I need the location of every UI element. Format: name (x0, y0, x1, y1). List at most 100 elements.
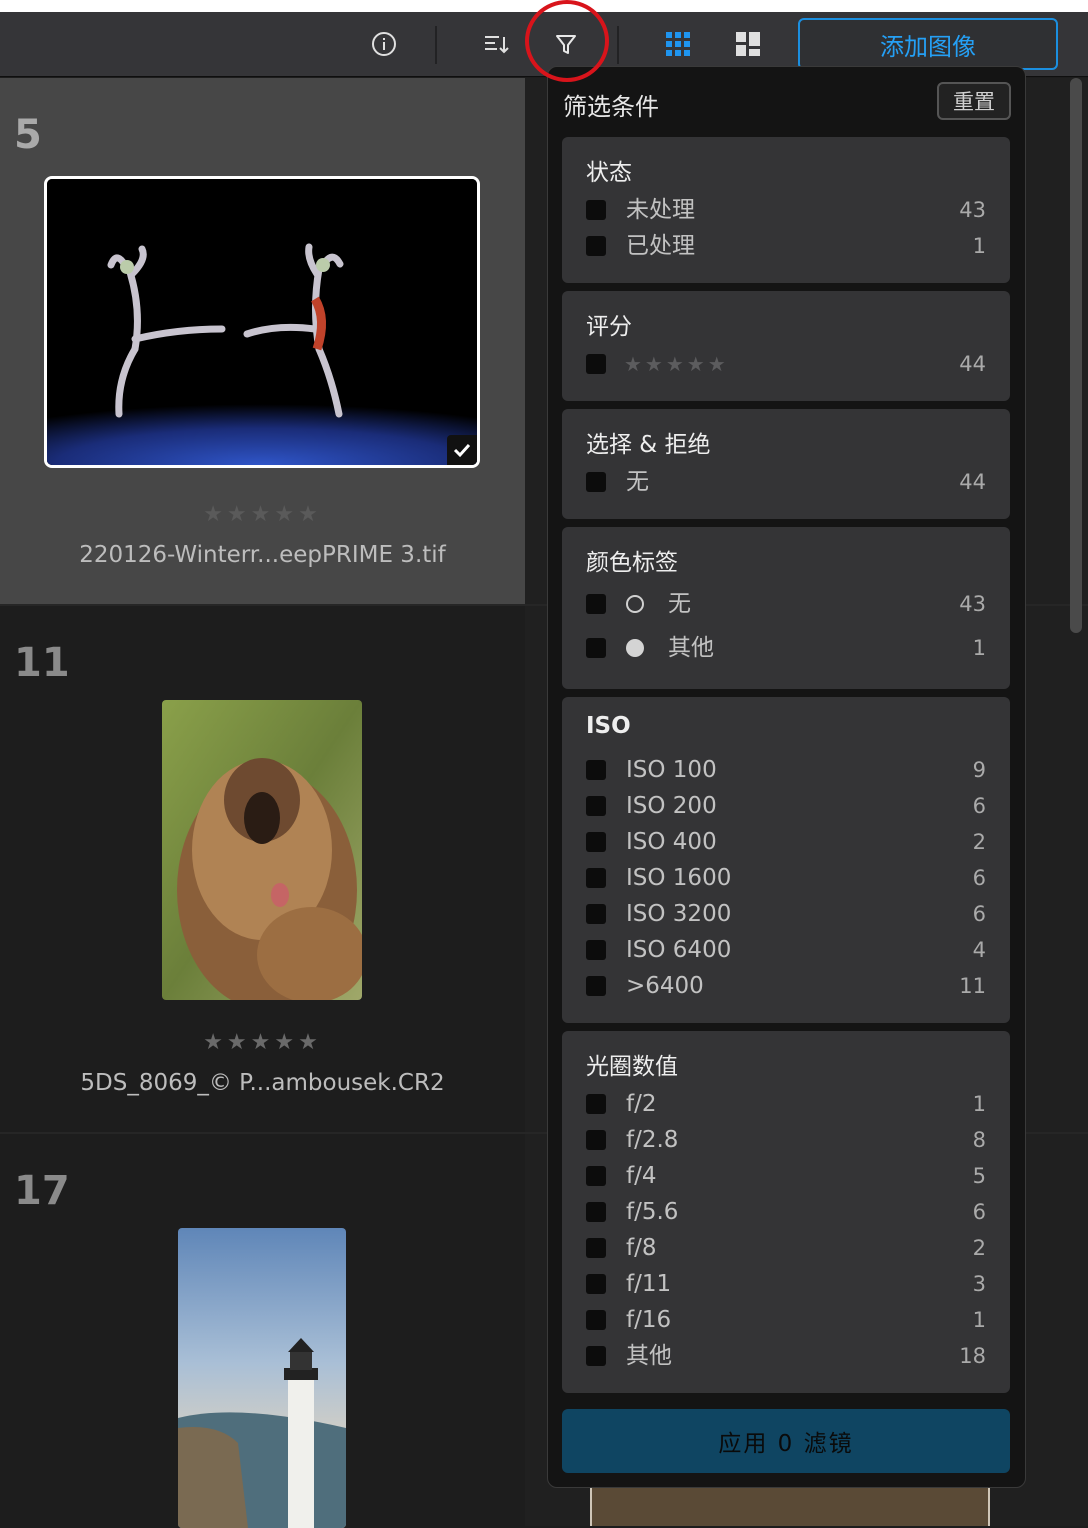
option-label: 无 (668, 591, 691, 617)
option-label: ISO 1600 (626, 865, 732, 891)
option-count: 3 (972, 1272, 986, 1296)
option-label: >6400 (626, 973, 704, 999)
filter-panel: 筛选条件 重置 状态 未处理 43 已处理 1 评分 ★★★★★ 44 选择 &… (547, 66, 1026, 1488)
grid-cell[interactable]: 11 ★★★★★ 5DS_8069_© P...ambousek.CR2 (0, 606, 525, 1134)
checkbox[interactable] (586, 760, 606, 780)
checkbox[interactable] (586, 868, 606, 888)
filter-option[interactable]: 无 44 (586, 467, 986, 497)
option-count: 2 (972, 1236, 986, 1260)
filter-option[interactable]: ISO 6400 4 (586, 935, 986, 965)
filter-section-status: 状态 未处理 43 已处理 1 (562, 137, 1010, 283)
checkbox[interactable] (586, 832, 606, 852)
checkbox[interactable] (586, 904, 606, 924)
checkbox[interactable] (586, 236, 606, 256)
sort-button[interactable] (480, 28, 512, 60)
checkbox[interactable] (586, 1130, 606, 1150)
section-title: 光圈数值 (586, 1054, 678, 1080)
filter-panel-title: 筛选条件 (563, 93, 659, 121)
checkbox[interactable] (586, 976, 606, 996)
reset-button[interactable]: 重置 (937, 82, 1011, 120)
thumbnail[interactable] (44, 176, 480, 468)
option-label: ISO 3200 (626, 901, 732, 927)
option-count: 9 (972, 758, 986, 782)
option-label: f/2.8 (626, 1127, 679, 1153)
filter-option[interactable]: ISO 3200 6 (586, 899, 986, 929)
filter-option[interactable]: ★★★★★ 44 (586, 349, 986, 379)
dancers-image (47, 179, 477, 465)
option-count: 4 (972, 938, 986, 962)
option-count: 44 (959, 470, 986, 494)
filter-option[interactable]: 未处理 43 (586, 195, 986, 225)
option-label: f/2 (626, 1091, 657, 1117)
info-icon (372, 32, 396, 56)
filter-section-iso: ISO ISO 100 9 ISO 200 6 ISO 400 2 ISO 1600 6… (562, 697, 1010, 1023)
filter-option[interactable]: f/2 1 (586, 1089, 986, 1119)
color-other-icon (626, 639, 644, 657)
checkbox[interactable] (586, 472, 606, 492)
checkbox[interactable] (586, 638, 606, 658)
checkbox[interactable] (586, 1310, 606, 1330)
option-label: ISO 200 (626, 793, 717, 819)
thumbnail[interactable] (178, 1228, 346, 1528)
filter-option[interactable]: f/11 3 (586, 1269, 986, 1299)
filter-option[interactable]: >6400 11 (586, 971, 986, 1001)
filter-option[interactable]: ISO 200 6 (586, 791, 986, 821)
checkbox[interactable] (586, 1274, 606, 1294)
thumbnail[interactable] (162, 700, 362, 1000)
filter-option[interactable]: f/2.8 8 (586, 1125, 986, 1155)
option-count: 44 (959, 352, 986, 376)
option-count: 6 (972, 902, 986, 926)
checkbox[interactable] (586, 1202, 606, 1222)
file-name: 220126-Winterr...eepPRIME 3.tif (79, 542, 446, 568)
option-label: f/11 (626, 1271, 672, 1297)
filter-section-aperture: 光圈数值 f/2 1 f/2.8 8 f/4 5 f/5.6 6 f/8 2 f/11 3 … (562, 1031, 1010, 1393)
section-title: 颜色标签 (586, 550, 678, 576)
apply-filters-button[interactable]: 应用 0 滤镜 (562, 1409, 1010, 1473)
mosaic-view-button[interactable] (732, 28, 764, 60)
filter-option[interactable]: 其他 18 (586, 1341, 986, 1371)
filter-option[interactable]: 已处理 1 (586, 231, 986, 261)
grid-view-button[interactable] (662, 28, 694, 60)
toolbar-separator (435, 26, 437, 64)
top-strip (0, 0, 1088, 12)
filter-section-color-label: 颜色标签 无 43 其他 1 (562, 527, 1010, 689)
checkbox[interactable] (586, 1238, 606, 1258)
info-button[interactable] (368, 28, 400, 60)
grid-cell[interactable]: 17 (0, 1134, 525, 1528)
checkbox[interactable] (586, 1346, 606, 1366)
option-label: ISO 100 (626, 757, 717, 783)
filter-option[interactable]: 无 43 (586, 589, 986, 619)
rating-stars[interactable]: ★★★★★ (0, 502, 525, 527)
option-label: 已处理 (626, 233, 695, 259)
checkbox[interactable] (586, 1166, 606, 1186)
filter-option[interactable]: f/5.6 6 (586, 1197, 986, 1227)
checkbox[interactable] (586, 200, 606, 220)
filter-option[interactable]: ISO 400 2 (586, 827, 986, 857)
filter-option[interactable]: ISO 100 9 (586, 755, 986, 785)
filter-option[interactable]: ISO 1600 6 (586, 863, 986, 893)
filter-button[interactable] (550, 28, 582, 60)
option-label: f/5.6 (626, 1199, 679, 1225)
option-count: 5 (972, 1164, 986, 1188)
filter-option[interactable]: f/16 1 (586, 1305, 986, 1335)
color-none-icon (626, 595, 644, 613)
rating-stars[interactable]: ★★★★★ (0, 1030, 525, 1055)
option-count: 6 (972, 794, 986, 818)
checkbox[interactable] (586, 796, 606, 816)
filter-option[interactable]: f/8 2 (586, 1233, 986, 1263)
filter-option[interactable]: f/4 5 (586, 1161, 986, 1191)
checkbox[interactable] (586, 940, 606, 960)
option-count: 6 (972, 1200, 986, 1224)
filter-section-pick-reject: 选择 & 拒绝 无 44 (562, 409, 1010, 519)
checkmark-icon (453, 443, 471, 458)
checkbox[interactable] (586, 594, 606, 614)
selected-check-badge (447, 435, 477, 465)
option-count: 18 (959, 1344, 986, 1368)
add-images-button[interactable]: 添加图像 (798, 18, 1058, 70)
grid-cell[interactable]: 5 ★★★★★ 220126-Winterr...eepPRIME 3.tif (0, 78, 525, 606)
grid-scrollbar[interactable] (1070, 78, 1082, 633)
filter-option[interactable]: 其他 1 (586, 633, 986, 663)
checkbox[interactable] (586, 1094, 606, 1114)
checkbox[interactable] (586, 354, 606, 374)
thumbnail-partial[interactable] (590, 1488, 990, 1526)
